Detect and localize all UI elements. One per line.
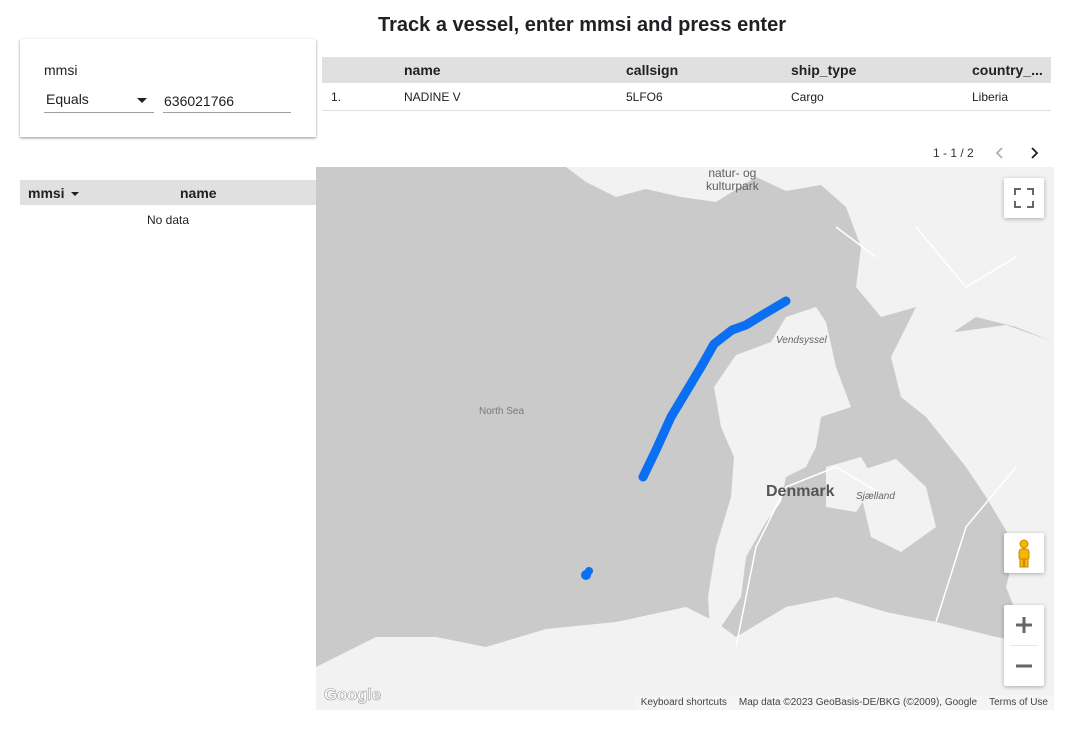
pagination-range: 1 - 1 / 2 bbox=[933, 146, 974, 160]
street-view-button[interactable] bbox=[1004, 533, 1044, 573]
zoom-in-button[interactable] bbox=[1004, 605, 1044, 645]
keyboard-shortcuts-link[interactable]: Keyboard shortcuts bbox=[641, 697, 727, 708]
sort-descending-icon bbox=[70, 191, 79, 196]
zoom-in-icon bbox=[1016, 617, 1032, 633]
land-zealand bbox=[856, 459, 936, 552]
cell-ship-type: Cargo bbox=[791, 89, 824, 104]
track-table-header: mmsi name bbox=[20, 180, 316, 205]
map-data-text: Map data ©2023 GeoBasis-DE/BKG (©2009), … bbox=[738, 697, 978, 708]
empty-state: No data bbox=[146, 213, 190, 227]
previous-page-icon[interactable] bbox=[992, 145, 1008, 161]
table-row[interactable]: 1. NADINE V 5LFO6 Cargo Liberia bbox=[322, 83, 1051, 111]
map-label-natur: natur- og kulturpark bbox=[706, 167, 759, 193]
terms-of-use-link[interactable]: Terms of Use bbox=[989, 697, 1048, 708]
zoom-out-button[interactable] bbox=[1004, 646, 1044, 686]
track-table: mmsi name No data bbox=[20, 180, 316, 227]
column-header-ship-type[interactable]: ship_type bbox=[791, 57, 856, 83]
google-logo: Google bbox=[324, 685, 382, 705]
vessel-table-header: name callsign ship_type country_... bbox=[322, 57, 1051, 83]
map-label-denmark: Denmark bbox=[766, 483, 835, 500]
track-point bbox=[585, 567, 593, 575]
vessel-table: name callsign ship_type country_... 1. N… bbox=[322, 57, 1051, 111]
operator-select[interactable]: Equals bbox=[44, 89, 154, 113]
cell-callsign: 5LFO6 bbox=[626, 89, 663, 104]
column-header-name[interactable]: name bbox=[404, 57, 441, 83]
column-header-mmsi[interactable]: mmsi bbox=[28, 180, 79, 205]
map-label-sjaelland: Sjælland bbox=[856, 491, 895, 502]
operator-value: Equals bbox=[46, 91, 89, 107]
map-label-north-sea: North Sea bbox=[479, 406, 525, 417]
filter-card: mmsi Equals bbox=[20, 39, 316, 137]
zoom-control bbox=[1004, 605, 1044, 686]
zoom-out-icon bbox=[1016, 664, 1032, 668]
next-page-icon[interactable] bbox=[1026, 145, 1042, 161]
map[interactable]: natur- og kulturpark Vendsyssel North Se… bbox=[316, 167, 1054, 710]
mmsi-input[interactable] bbox=[163, 89, 291, 113]
pagination: 1 - 1 / 2 bbox=[930, 140, 1050, 166]
cell-name: NADINE V bbox=[404, 89, 461, 104]
column-header-callsign[interactable]: callsign bbox=[626, 57, 678, 83]
fullscreen-button[interactable] bbox=[1004, 178, 1044, 218]
map-canvas bbox=[316, 167, 1054, 710]
row-index: 1. bbox=[331, 89, 342, 104]
cell-country: Liberia bbox=[972, 89, 1009, 104]
dropdown-caret-icon bbox=[137, 98, 147, 103]
land-germany bbox=[316, 597, 1054, 710]
column-header-mmsi-label: mmsi bbox=[28, 184, 65, 201]
column-header-country[interactable]: country_... bbox=[972, 57, 1043, 83]
fullscreen-icon bbox=[1014, 188, 1034, 208]
page-title: Track a vessel, enter mmsi and press ent… bbox=[378, 14, 786, 36]
filter-label: mmsi bbox=[44, 62, 78, 78]
pegman-icon bbox=[1018, 539, 1030, 568]
column-header-name[interactable]: name bbox=[180, 180, 217, 205]
map-label-vendsyssel: Vendsyssel bbox=[776, 335, 827, 346]
map-attribution: Keyboard shortcuts Map data ©2023 GeoBas… bbox=[634, 695, 1054, 710]
